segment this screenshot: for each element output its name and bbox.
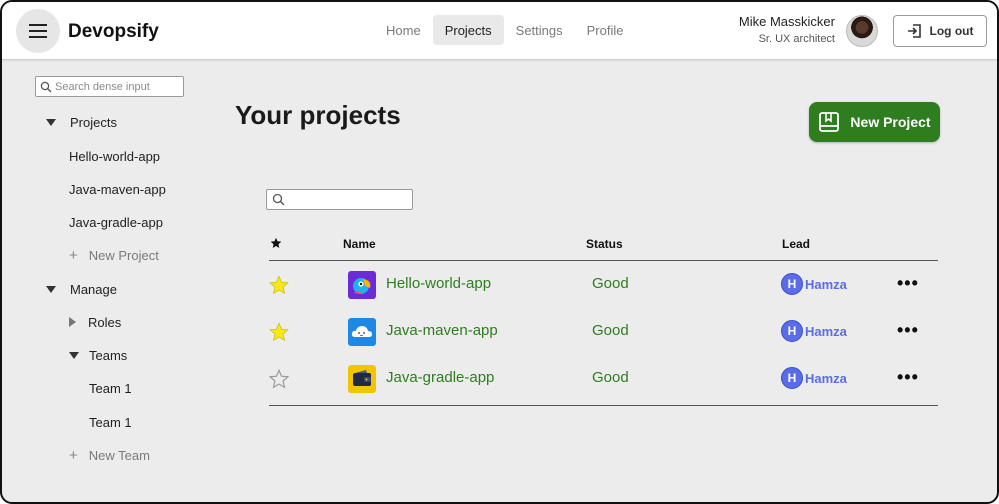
search-icon (40, 81, 52, 92)
user-name: Mike Masskicker (738, 14, 835, 29)
status-value: Good (592, 369, 629, 386)
sidebar-item-label: Teams (89, 347, 128, 363)
sidebar: Projects Hello-world-app Java-maven-app … (2, 60, 212, 502)
wallet-icon (348, 365, 376, 393)
table-row: Hello-world-app Good H Hamza ••• (269, 261, 938, 308)
brand-name: Devopsify (68, 21, 159, 42)
column-header-name[interactable]: Name (343, 237, 376, 251)
status-value: Good (592, 275, 629, 292)
sidebar-item-roles[interactable]: Roles (69, 312, 121, 332)
table-row: Java-gradle-app Good H Hamza ••• (269, 355, 938, 402)
plus-icon: + (69, 446, 78, 464)
sidebar-search-input[interactable] (55, 80, 175, 93)
lead-avatar: H (781, 367, 803, 389)
lead-user[interactable]: H Hamza (781, 273, 847, 295)
sidebar-item-label: New Team (88, 447, 150, 463)
status-value: Good (592, 322, 629, 339)
star-filled-icon[interactable] (269, 275, 289, 295)
top-nav: Home Projects Settings Profile (374, 15, 636, 45)
sidebar-item-label: Roles (88, 314, 122, 330)
sidebar-item-manage[interactable]: Manage (46, 279, 117, 299)
more-options-icon[interactable]: ••• (897, 367, 921, 387)
lead-name: Hamza (805, 323, 847, 339)
sidebar-item-label: Manage (70, 281, 117, 297)
star-outline-icon[interactable] (269, 369, 289, 389)
lead-user[interactable]: H Hamza (781, 320, 847, 342)
table-search-input[interactable] (288, 193, 408, 206)
logout-label: Log out (929, 24, 974, 38)
sidebar-item-projects[interactable]: Projects (46, 112, 117, 132)
new-project-label: New Project (850, 114, 931, 130)
hamburger-icon (29, 24, 47, 38)
project-name-link[interactable]: Hello-world-app (386, 275, 491, 292)
sidebar-item-java-maven-app[interactable]: Java-maven-app (69, 179, 166, 199)
tab-profile[interactable]: Profile (575, 15, 636, 45)
tab-projects[interactable]: Projects (432, 15, 504, 45)
table-row: Java-maven-app Good H Hamza ••• (269, 308, 938, 355)
lead-user[interactable]: H Hamza (781, 367, 847, 389)
tab-home[interactable]: Home (374, 15, 433, 45)
sidebar-item-teams[interactable]: Teams (69, 345, 127, 365)
star-column-icon (270, 237, 282, 248)
caret-down-icon (46, 285, 56, 293)
cloud-icon (348, 318, 376, 346)
plus-icon: + (69, 246, 78, 264)
sidebar-item-team-1-second[interactable]: Team 1 (89, 412, 132, 432)
sidebar-new-project[interactable]: + New Project (69, 245, 159, 265)
table-search[interactable] (266, 189, 413, 210)
sidebar-item-team-1[interactable]: Team 1 (89, 378, 132, 398)
parrot-icon (348, 271, 376, 299)
column-header-lead[interactable]: Lead (782, 237, 810, 251)
sidebar-item-hello-world-app[interactable]: Hello-world-app (69, 146, 160, 166)
more-options-icon[interactable]: ••• (897, 320, 921, 340)
sidebar-search[interactable] (35, 76, 184, 97)
lead-avatar: H (781, 320, 803, 342)
more-options-icon[interactable]: ••• (897, 273, 921, 293)
logout-button[interactable]: Log out (893, 15, 987, 47)
sidebar-item-label: Projects (70, 114, 117, 130)
project-name-link[interactable]: Java-maven-app (386, 322, 498, 339)
lead-name: Hamza (805, 276, 847, 292)
page-title: Your projects (235, 100, 401, 130)
tab-settings[interactable]: Settings (504, 15, 575, 45)
user-info: Mike Masskicker Sr. UX architect (739, 14, 835, 45)
hamburger-menu-button[interactable] (16, 9, 60, 53)
caret-down-icon (46, 118, 56, 126)
sidebar-new-team[interactable]: + New Team (69, 445, 150, 465)
sidebar-item-java-gradle-app[interactable]: Java-gradle-app (69, 212, 163, 232)
top-header: Devopsify Home Projects Settings Profile… (2, 2, 997, 60)
lead-avatar: H (781, 273, 803, 295)
user-role: Sr. UX architect (758, 33, 835, 45)
project-name-link[interactable]: Java-gradle-app (386, 369, 494, 386)
caret-right-icon (69, 317, 76, 327)
caret-down-icon (69, 351, 79, 359)
table-bottom-divider (269, 405, 938, 406)
new-project-icon (819, 112, 840, 132)
column-header-status[interactable]: Status (586, 237, 623, 251)
sidebar-item-label: New Project (88, 247, 159, 263)
user-avatar[interactable] (846, 15, 878, 47)
lead-name: Hamza (805, 370, 847, 386)
search-icon (272, 193, 285, 206)
app-window: Devopsify Home Projects Settings Profile… (0, 0, 999, 504)
star-filled-icon[interactable] (269, 322, 289, 342)
new-project-button[interactable]: New Project (809, 102, 940, 142)
logout-icon (907, 24, 921, 38)
